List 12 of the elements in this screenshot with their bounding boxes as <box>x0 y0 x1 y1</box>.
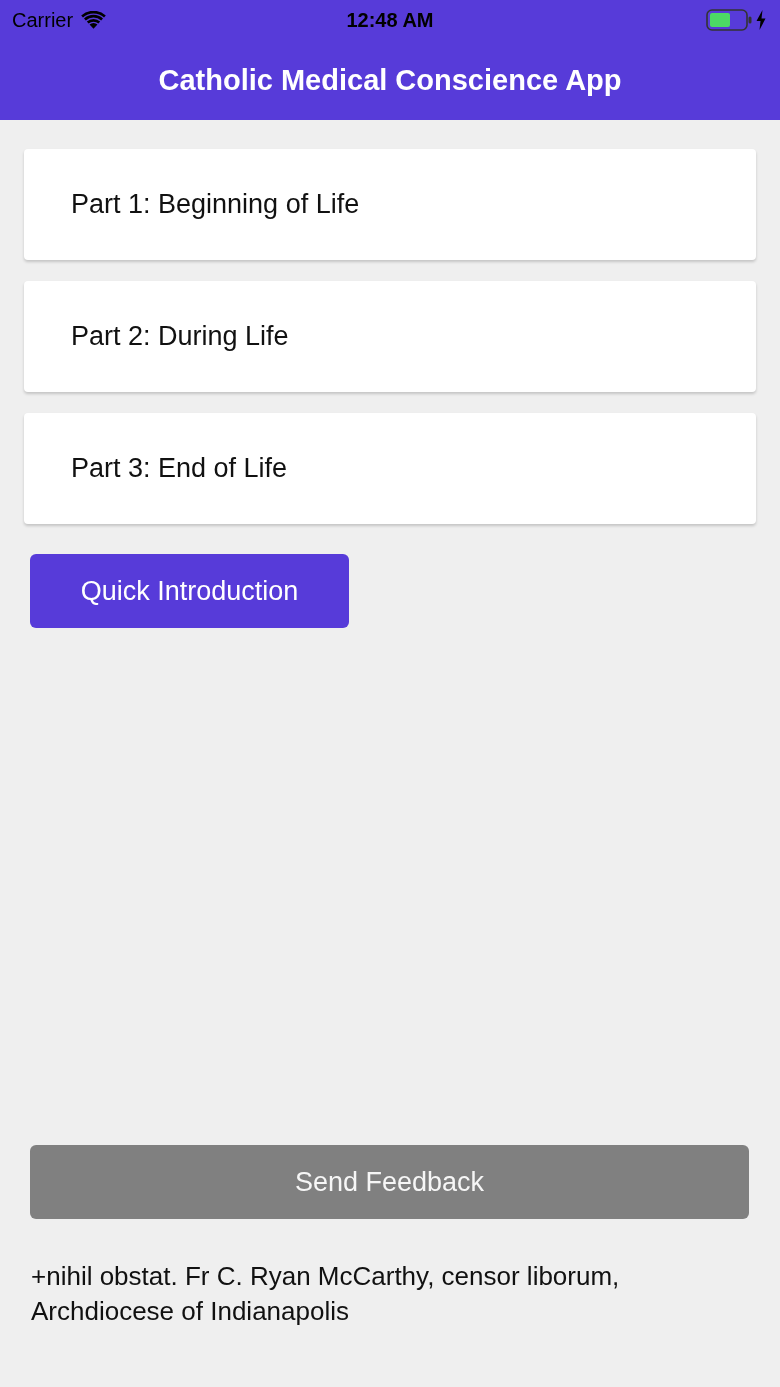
carrier-name: Carrier <box>12 8 74 32</box>
send-feedback-button[interactable]: Send Feedback <box>30 1145 749 1219</box>
wifi-icon <box>81 11 107 29</box>
section-card[interactable]: Part 3: End of Life <box>24 413 756 524</box>
quick-introduction-button[interactable]: Quick Introduction <box>30 554 349 628</box>
section-card[interactable]: Part 1: Beginning of Life <box>24 149 756 260</box>
battery-icon <box>706 9 752 31</box>
status-time: 12:48 AM <box>346 8 434 32</box>
footer-note: +nihil obstat. Fr C. Ryan McCarthy, censor liborum, Archdiocese of Indianapolis <box>31 1260 621 1328</box>
app-title: Catholic Medical Conscience App <box>158 63 622 97</box>
section-card[interactable]: Part 2: During Life <box>24 281 756 392</box>
charging-bolt-icon <box>756 10 766 30</box>
